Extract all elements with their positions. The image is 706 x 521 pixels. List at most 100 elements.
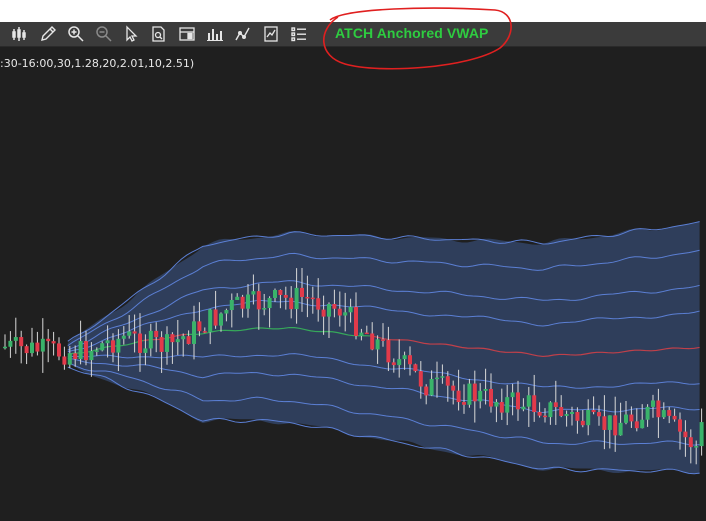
candle-body (613, 415, 618, 436)
candle-body (624, 414, 628, 423)
data-box-icon[interactable] (176, 24, 198, 44)
indicator-params-label: :30-16:00,30,1.28,20,2.01,10,2.51) (0, 57, 195, 70)
candle-body (224, 310, 229, 314)
candle-body (597, 412, 601, 417)
candle-body (327, 304, 331, 317)
candle-body (591, 410, 596, 413)
zoom-in-icon[interactable] (65, 24, 87, 44)
candle-body (688, 437, 693, 448)
candle-body (521, 406, 526, 410)
candle-body (337, 308, 342, 316)
candle-body (602, 416, 607, 430)
candle-body (154, 330, 159, 338)
candle-body (181, 336, 186, 340)
candle-body (553, 402, 558, 408)
candle-body (251, 291, 256, 295)
strategy-icon[interactable] (260, 24, 282, 44)
candle-body (656, 400, 661, 418)
candle-body (472, 383, 477, 402)
candle-body (24, 346, 29, 354)
candle-body (283, 294, 288, 298)
cursor-arrow-icon[interactable] (120, 24, 142, 44)
candle-body (526, 395, 531, 407)
candle-body (148, 330, 153, 349)
candle-body (429, 378, 434, 396)
candle-body (143, 348, 148, 353)
candle-body (618, 422, 623, 436)
candle-body (343, 312, 348, 316)
candle-body (229, 299, 234, 311)
candle-body (640, 419, 645, 429)
candle-body (300, 287, 304, 297)
candle-body (667, 410, 672, 416)
candle-body (548, 402, 553, 418)
candle-body (246, 294, 250, 309)
candle-body (213, 309, 218, 326)
candle-body (575, 412, 580, 421)
bar-chart-icon[interactable] (9, 24, 31, 44)
candle-body (62, 356, 67, 365)
candle-body (219, 313, 223, 326)
candle-body (267, 297, 272, 309)
indicator-name-label: ATCH Anchored VWAP (335, 25, 489, 41)
candle-body (30, 342, 34, 354)
candle-body (564, 414, 569, 416)
candle-body (467, 383, 472, 405)
candle-body (332, 304, 337, 309)
candle-body (386, 340, 391, 363)
candle-body (402, 355, 407, 360)
candle-body (683, 431, 688, 438)
candle-body (35, 342, 40, 352)
candle-body (94, 350, 99, 352)
candle-body (661, 410, 666, 418)
document-search-icon[interactable] (148, 24, 170, 44)
candle-body (559, 407, 564, 416)
candle-body (478, 390, 483, 402)
candle-body (175, 339, 180, 343)
candle-body (186, 336, 191, 344)
candle-body (586, 410, 591, 426)
candle-body (105, 340, 110, 344)
list-icon[interactable] (288, 24, 310, 44)
candle-body (235, 296, 240, 300)
candle-body (89, 350, 94, 361)
candle-body (510, 392, 515, 398)
candle-body (570, 412, 574, 415)
candle-body (516, 392, 520, 410)
candle-body (57, 343, 61, 357)
candle-body (445, 376, 450, 386)
candle-body (278, 290, 283, 295)
candle-body (73, 353, 78, 360)
candle-body (494, 402, 499, 407)
candle-body (121, 335, 126, 339)
candle-body (84, 341, 88, 361)
candle-body (132, 331, 137, 334)
candle-body (138, 333, 142, 353)
window-top-strip (0, 0, 706, 22)
candle-body (116, 338, 121, 353)
line-chart-icon[interactable] (232, 24, 254, 44)
candle-body (3, 346, 7, 349)
candle-body (197, 321, 202, 332)
candle-body (111, 340, 115, 353)
candle-body (489, 388, 493, 407)
candle-body (364, 332, 369, 335)
pencil-icon[interactable] (37, 24, 59, 44)
candle-body (40, 338, 45, 352)
candle-body (316, 298, 321, 310)
candle-body (694, 446, 699, 448)
zoom-out-icon[interactable] (93, 24, 115, 44)
candle-body (634, 421, 639, 429)
candle-body (580, 420, 585, 426)
candle-body (310, 297, 315, 300)
candle-body (354, 306, 358, 337)
candle-body (381, 339, 385, 341)
candle-body (451, 385, 456, 391)
candle-body (202, 331, 207, 333)
candle-body (13, 337, 18, 341)
candle-body (262, 308, 267, 310)
price-chart[interactable] (0, 47, 706, 521)
candle-body (499, 402, 504, 413)
volume-bars-icon[interactable] (204, 24, 226, 44)
candle-body (100, 343, 105, 351)
